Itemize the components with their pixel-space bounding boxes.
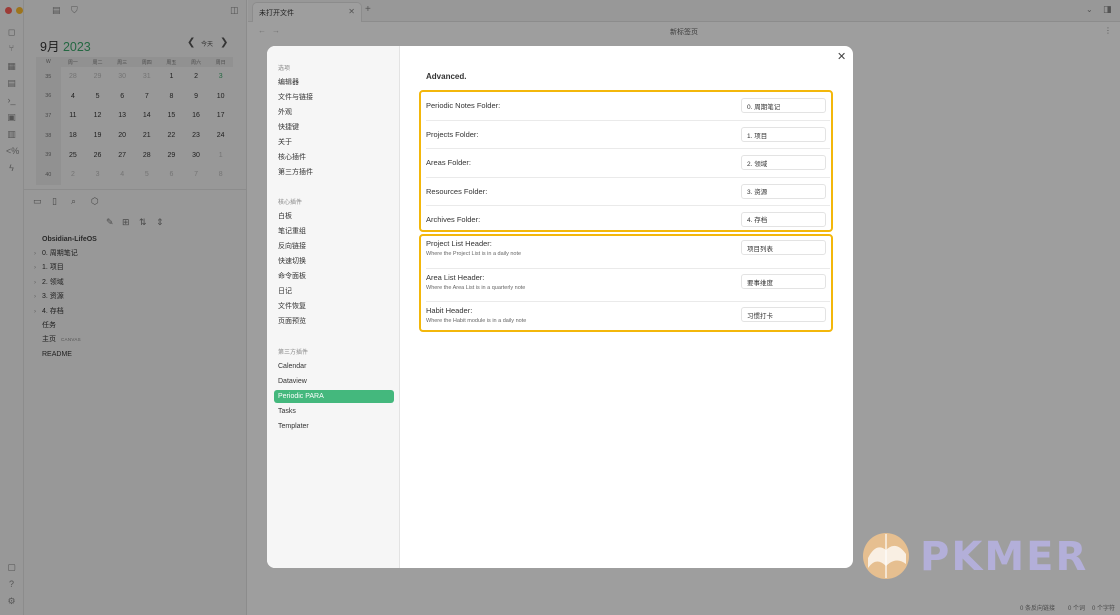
folder-path-input[interactable] <box>741 183 826 199</box>
settings-nav-item[interactable]: Calendar <box>274 360 394 373</box>
folder-setting-row: Areas Folder: <box>426 148 830 176</box>
folder-setting-row: Projects Folder: <box>426 120 830 148</box>
settings-nav-item[interactable]: 日记 <box>274 285 394 298</box>
header-name-input[interactable] <box>741 307 826 322</box>
folder-setting-row: Resources Folder: <box>426 176 830 205</box>
header-name-input[interactable] <box>741 240 826 255</box>
setting-name: Project List Header: <box>426 239 492 248</box>
settings-nav-item[interactable]: 关于 <box>274 136 394 149</box>
settings-nav-item[interactable]: Tasks <box>274 405 394 418</box>
pkmer-logo-icon <box>863 533 909 579</box>
settings-nav-item[interactable]: 反向链接 <box>274 240 394 253</box>
settings-nav-item[interactable]: 文件与链接 <box>274 91 394 104</box>
setting-name: Area List Header: <box>426 273 485 282</box>
settings-nav-item[interactable]: 文件恢复 <box>274 300 394 313</box>
header-setting-row: Area List Header: Where the Area List is … <box>426 268 830 301</box>
folder-path-input[interactable] <box>741 155 826 171</box>
settings-nav-item[interactable]: 外观 <box>274 106 394 119</box>
setting-description: Where the Area List is in a quarterly no… <box>426 285 526 291</box>
setting-name: Areas Folder: <box>426 158 472 168</box>
settings-nav-item[interactable]: Dataview <box>274 375 394 388</box>
setting-name: Resources Folder: <box>426 186 488 196</box>
settings-nav-item[interactable]: Templater <box>274 420 394 433</box>
setting-name: Projects Folder: <box>426 130 479 140</box>
nav-header-options: 选项 <box>278 66 291 72</box>
settings-nav-item[interactable]: 快捷键 <box>274 121 394 134</box>
pkmer-watermark: PKMER <box>862 528 1102 582</box>
folder-path-input[interactable] <box>741 98 826 113</box>
nav-header-core: 核心插件 <box>278 200 303 206</box>
settings-nav-item[interactable]: 核心插件 <box>274 151 394 164</box>
folder-path-input[interactable] <box>741 127 826 143</box>
settings-nav-item[interactable]: Periodic PARA <box>274 390 394 403</box>
settings-modal: 选项 编辑器 文件与链接 外观 快捷键 关于 核心插件 第三方插件 核心插件 白板 笔记重组反… <box>267 46 853 568</box>
settings-nav-item[interactable]: 白板 <box>274 210 394 223</box>
folder-path-input[interactable] <box>741 211 826 227</box>
setting-description: Where the Habit module is in a daily not… <box>426 318 527 324</box>
setting-name: Periodic Notes Folder: <box>426 101 501 110</box>
folder-setting-row: Periodic Notes Folder: <box>426 92 830 120</box>
setting-name: Archives Folder: <box>426 214 481 224</box>
settings-nav-item[interactable]: 编辑器 <box>274 76 394 89</box>
settings-nav-item[interactable]: 快速切换 <box>274 255 394 268</box>
settings-nav-item[interactable]: 笔记重组 <box>274 225 394 238</box>
pkmer-wordmark: PKMER <box>920 534 1089 580</box>
settings-nav-item[interactable]: 命令面板 <box>274 270 394 283</box>
settings-nav-item[interactable]: 页面预览 <box>274 315 394 328</box>
close-modal-icon[interactable]: ✕ <box>837 50 846 63</box>
folder-setting-row: Archives Folder: <box>426 204 830 233</box>
app-window: ◻ ⑂ ▦ ▤ ›_ ▣ ▥ <% ϟ ▢ ? ⚙ ▤ ⛉ ◫ 9月 2023 … <box>0 0 1120 615</box>
nav-header-community: 第三方插件 <box>278 350 309 356</box>
header-name-input[interactable] <box>741 274 826 289</box>
settings-nav-item[interactable]: 第三方插件 <box>274 166 394 179</box>
header-setting-row: Project List Header: Where the Project Li… <box>426 235 830 268</box>
settings-nav: 选项 编辑器 文件与链接 外观 快捷键 关于 核心插件 第三方插件 核心插件 白板 笔记重组反… <box>267 46 400 568</box>
setting-name: Habit Header: <box>426 306 473 315</box>
header-setting-row: Habit Header: Where the Habit module is i… <box>426 301 830 334</box>
setting-description: Where the Project List is in a daily not… <box>426 251 522 257</box>
section-title: Advanced. <box>426 72 467 81</box>
